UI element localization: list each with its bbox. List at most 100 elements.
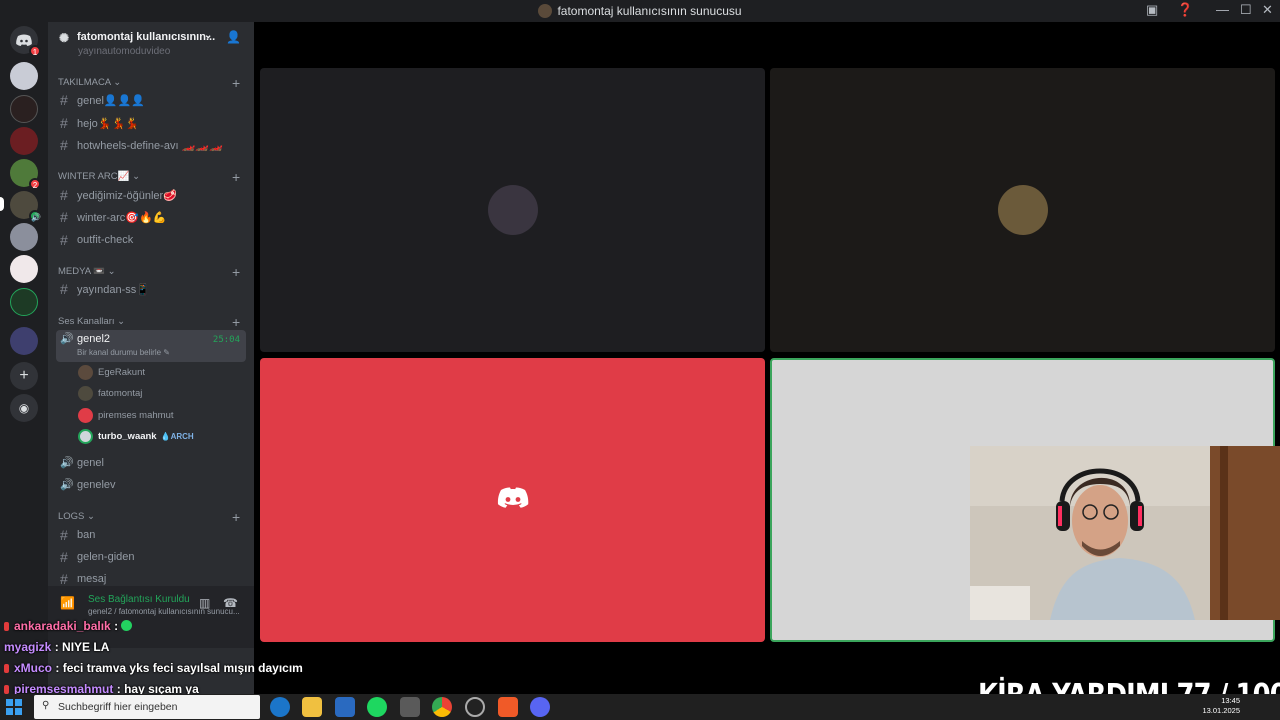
maximize-button[interactable]: ☐ <box>1240 2 1252 18</box>
channel-label: genel2 <box>77 333 111 345</box>
windows-start-icon[interactable] <box>6 699 22 715</box>
channel-label: genelev <box>77 479 116 491</box>
hash-icon: # <box>60 527 68 543</box>
discord-taskbar-icon[interactable] <box>530 697 550 717</box>
channel-label: yediğimiz-öğünler🥩 <box>77 190 177 202</box>
voice-status-title[interactable]: Ses Bağlantısı Kuruldu <box>88 594 190 605</box>
speaker-icon: 🔊 <box>60 479 74 491</box>
voice-channel-genel2[interactable]: 🔊 genel2 25:04 Bir kanal durumu belirle … <box>56 330 246 362</box>
participant-tile-3[interactable] <box>260 358 765 642</box>
channel-yedigimiz[interactable]: # yediğimiz-öğünler🥩 <box>56 186 246 206</box>
category-medya[interactable]: MEDYA 📼 ⌄ + <box>58 264 240 280</box>
inbox-icon[interactable]: ▣ <box>1146 2 1158 18</box>
category-ses-kanallari[interactable]: Ses Kanalları ⌄ + <box>58 314 240 330</box>
server-icon-4[interactable]: 2 <box>10 159 41 190</box>
add-channel-icon[interactable]: + <box>232 314 240 330</box>
avatar <box>78 365 93 380</box>
category-label: Ses Kanalları <box>58 316 115 327</box>
server-icon-9[interactable] <box>10 327 38 355</box>
channel-winter-arc[interactable]: # winter-arc🎯🔥💪 <box>56 208 246 228</box>
file-explorer-icon[interactable] <box>302 697 322 717</box>
voice-channel-genel[interactable]: 🔊 genel <box>56 454 246 474</box>
user-tag: 💧ARCH <box>160 432 194 441</box>
hash-icon: # <box>60 209 68 225</box>
voice-channel-genelev[interactable]: 🔊 genelev <box>56 476 246 496</box>
add-channel-icon[interactable]: + <box>232 75 240 91</box>
channel-outfit-check[interactable]: # outfit-check <box>56 231 246 251</box>
channel-label: genel👤👤👤 <box>77 95 146 107</box>
chat-username: myagizk <box>4 640 52 654</box>
participant-tile-2[interactable] <box>770 68 1275 352</box>
close-button[interactable]: ✕ <box>1262 2 1273 18</box>
voice-user-name: turbo_waank <box>98 431 157 442</box>
chrome-icon[interactable] <box>432 697 452 717</box>
disconnect-icon[interactable]: ☎ <box>223 596 238 610</box>
category-takilmaca[interactable]: TAKILMACA ⌄ + <box>58 75 240 91</box>
channel-label: hejo💃💃💃 <box>77 118 139 130</box>
system-clock[interactable]: 13:45 13.01.2025 <box>1202 696 1240 716</box>
window-titlebar: fatomontaj kullanıcısının sunucusu ▣ ❓ —… <box>0 0 1280 22</box>
brave-icon[interactable] <box>498 697 518 717</box>
avatar <box>78 429 93 444</box>
voice-status-sub[interactable]: genel2 / fatomontaj kullanıcısının sunuc… <box>88 607 240 616</box>
invite-icon[interactable]: 👤 <box>226 30 241 44</box>
server-icon-1[interactable] <box>10 62 38 90</box>
chat-message: ankaradaki_balık : <box>4 619 133 633</box>
home-button[interactable]: 1 <box>10 26 41 57</box>
explore-icon[interactable]: ◉ <box>10 394 38 422</box>
channel-ban[interactable]: # ban <box>56 526 246 546</box>
channel-genel[interactable]: # genel👤👤👤 <box>56 91 246 111</box>
server-icon-2[interactable] <box>10 95 38 123</box>
hash-icon: # <box>60 137 68 153</box>
channel-label: mesaj <box>77 573 107 585</box>
category-label: MEDYA 📼 <box>58 266 106 277</box>
minimize-button[interactable]: — <box>1216 2 1229 17</box>
channel-hejo[interactable]: # hejo💃💃💃 <box>56 114 246 134</box>
participant-avatar <box>487 185 538 235</box>
user-badge-icon <box>4 622 9 631</box>
channel-yayindan-ss[interactable]: # yayından-ss📱 <box>56 280 246 300</box>
category-winter-arc[interactable]: WINTER ARC📈 ⌄ + <box>58 169 240 185</box>
avatar <box>78 408 93 423</box>
edge-icon[interactable] <box>270 697 290 717</box>
spotify-icon[interactable] <box>367 697 387 717</box>
server-settings-icon: ✺ <box>59 31 70 45</box>
taskbar-search[interactable]: ⚲ Suchbegriff hier eingeben <box>34 695 260 719</box>
add-channel-icon[interactable]: + <box>232 264 240 280</box>
help-icon[interactable]: ❓ <box>1177 2 1193 18</box>
server-icon-current[interactable]: 🔊 <box>10 191 41 222</box>
channel-label: yayından-ss📱 <box>77 284 151 296</box>
category-logs[interactable]: LOGS ⌄ + <box>58 509 240 525</box>
clock-date: 13.01.2025 <box>1202 706 1240 715</box>
calculator-icon[interactable] <box>400 697 420 717</box>
obs-icon[interactable] <box>465 697 485 717</box>
hash-icon: # <box>60 571 68 587</box>
mail-icon[interactable] <box>335 697 355 717</box>
add-channel-icon[interactable]: + <box>232 169 240 185</box>
server-icon-7[interactable] <box>10 255 38 283</box>
chevron-down-icon: ⌄ <box>204 30 213 41</box>
chat-emote-icon <box>121 620 133 631</box>
chat-separator: : <box>51 640 59 654</box>
add-channel-icon[interactable]: + <box>232 509 240 525</box>
channel-status-setter[interactable]: Bir kanal durumu belirle ✎ <box>77 348 170 357</box>
chat-separator: : <box>110 619 119 633</box>
channel-sidebar: ✺ fatomontaj kullanıcısının... ⌄ 👤 yayın… <box>48 22 254 698</box>
server-folder[interactable] <box>10 288 38 316</box>
chat-separator: : <box>52 661 60 675</box>
channel-gelen-giden[interactable]: # gelen-giden <box>56 548 246 568</box>
selected-server-pill <box>0 197 4 211</box>
channel-hotwheels[interactable]: # hotwheels-define-avı 🏎️🏎️🏎️ <box>56 136 246 156</box>
channel-label: gelen-giden <box>77 551 135 563</box>
server-badge: 2 <box>29 178 41 190</box>
noise-suppression-icon[interactable]: ▥ <box>199 596 210 610</box>
add-server-button[interactable]: + <box>10 362 38 390</box>
channel-partial: yayınautomoduvideo <box>78 46 171 57</box>
chat-message: xMuco : feci tramva yks feci sayılsal mı… <box>4 661 303 675</box>
server-icon-6[interactable] <box>10 223 38 251</box>
channel-label: hotwheels-define-avı 🏎️🏎️🏎️ <box>77 140 223 152</box>
participant-tile-1[interactable] <box>260 68 765 352</box>
server-icon-3[interactable] <box>10 127 38 155</box>
window-title: fatomontaj kullanıcısının sunucusu <box>0 4 1280 18</box>
hash-icon: # <box>60 187 68 203</box>
